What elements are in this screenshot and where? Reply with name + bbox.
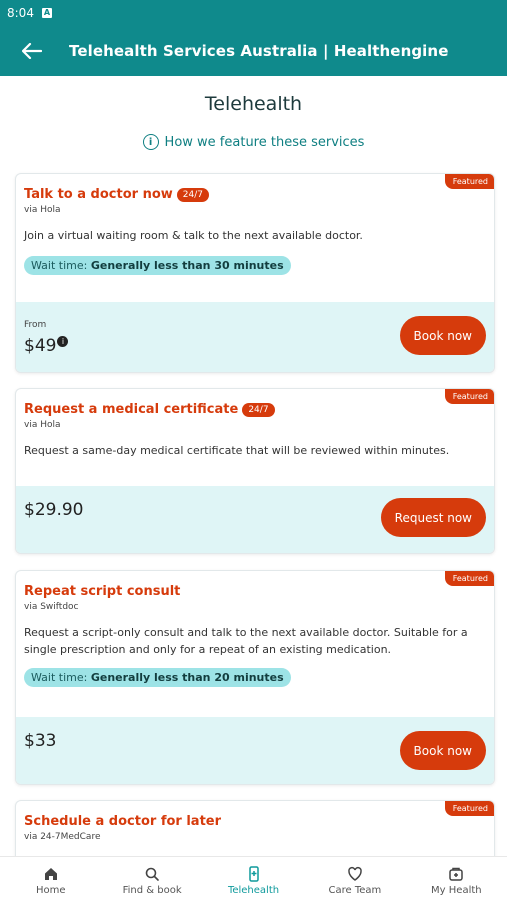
search-icon [145, 867, 159, 881]
nav-care-team-label: Care Team [328, 884, 382, 896]
price-info-icon[interactable]: i [57, 336, 69, 347]
price-from-label: From [24, 320, 47, 330]
featured-badge: Featured [444, 389, 494, 404]
info-icon: i [142, 134, 159, 150]
featured-badge: Featured [444, 801, 494, 816]
feature-info-label: How we feature these services [164, 134, 365, 150]
wait-time-label: Wait time: [31, 259, 88, 272]
service-title[interactable]: Repeat script consult [24, 584, 180, 599]
featured-badge: Featured [444, 571, 494, 586]
service-card-repeat-script[interactable]: Featured Repeat script consult via Swift… [15, 570, 495, 785]
price-amount: $29.90 [24, 500, 84, 520]
main-content[interactable]: Telehealth i How we feature these servic… [0, 76, 507, 856]
featured-badge: Featured [444, 174, 494, 189]
status-bar: 8:04 A [0, 0, 507, 26]
service-title[interactable]: Request a medical certificate [24, 402, 238, 417]
wait-time-pill: Wait time: Generally less than 20 minute… [24, 668, 291, 687]
service-title[interactable]: Schedule a doctor for later [24, 814, 221, 829]
service-card-talk-to-doctor[interactable]: Featured Talk to a doctor now 24/7 via H… [15, 173, 495, 373]
nav-find-book[interactable]: Find & book [101, 857, 202, 904]
book-now-button[interactable]: Book now [399, 731, 486, 770]
service-card-medical-certificate[interactable]: Featured Request a medical certificate 2… [15, 388, 495, 554]
request-now-button[interactable]: Request now [380, 498, 486, 537]
app-bar: Telehealth Services Australia | Healthen… [0, 26, 507, 76]
my-health-icon [449, 867, 464, 881]
nav-my-health-label: My Health [431, 884, 482, 896]
nav-my-health[interactable]: My Health [406, 857, 507, 904]
service-description: Request a script-only consult and talk t… [24, 626, 468, 656]
service-description: Join a virtual waiting room & talk to th… [24, 229, 363, 242]
service-title[interactable]: Talk to a doctor now [24, 187, 173, 202]
nav-telehealth[interactable]: Telehealth [203, 857, 304, 904]
wait-time-label: Wait time: [31, 671, 88, 684]
price-panel: $29.90 Request now [16, 486, 494, 553]
phone-medical-icon [248, 865, 259, 882]
price-amount: $49 [24, 336, 57, 356]
arrow-left-icon [22, 43, 42, 59]
home-icon [44, 867, 57, 880]
availability-badge: 24/7 [242, 402, 275, 417]
page-title: Telehealth [204, 93, 303, 115]
wait-time-value: Generally less than 30 minutes [90, 259, 284, 272]
price-amount: $33 [24, 731, 57, 751]
service-provider: via 24-7MedCare [24, 832, 101, 842]
service-provider: via Hola [24, 205, 61, 215]
service-provider: via Hola [24, 420, 61, 430]
nav-telehealth-label: Telehealth [227, 884, 280, 896]
wait-time-value: Generally less than 20 minutes [90, 671, 284, 684]
service-provider: via Swiftdoc [24, 602, 79, 612]
service-description: Request a same-day medical certificate t… [24, 444, 450, 457]
app-bar-title: Telehealth Services Australia | Healthen… [69, 42, 449, 60]
book-now-button[interactable]: Book now [399, 316, 486, 355]
price-panel: $33 Book now [16, 717, 494, 784]
heart-icon [348, 866, 362, 881]
nav-home[interactable]: Home [0, 857, 101, 904]
price-value: $49 i [24, 336, 69, 356]
feature-info-link[interactable]: i How we feature these services [0, 134, 507, 150]
status-time: 8:04 [7, 6, 34, 20]
service-card-schedule-later[interactable]: Featured Schedule a doctor for later via… [15, 800, 495, 856]
bottom-navigation: Home Find & book Telehealth Care Team My… [0, 856, 507, 904]
back-button[interactable] [0, 26, 64, 76]
nav-find-book-label: Find & book [122, 884, 182, 896]
availability-badge: 24/7 [176, 187, 210, 202]
notification-icon: A [41, 8, 52, 18]
nav-home-label: Home [35, 884, 66, 896]
price-panel: From $49 i Book now [16, 302, 494, 372]
nav-care-team[interactable]: Care Team [304, 857, 405, 904]
wait-time-pill: Wait time: Generally less than 30 minute… [24, 256, 291, 275]
